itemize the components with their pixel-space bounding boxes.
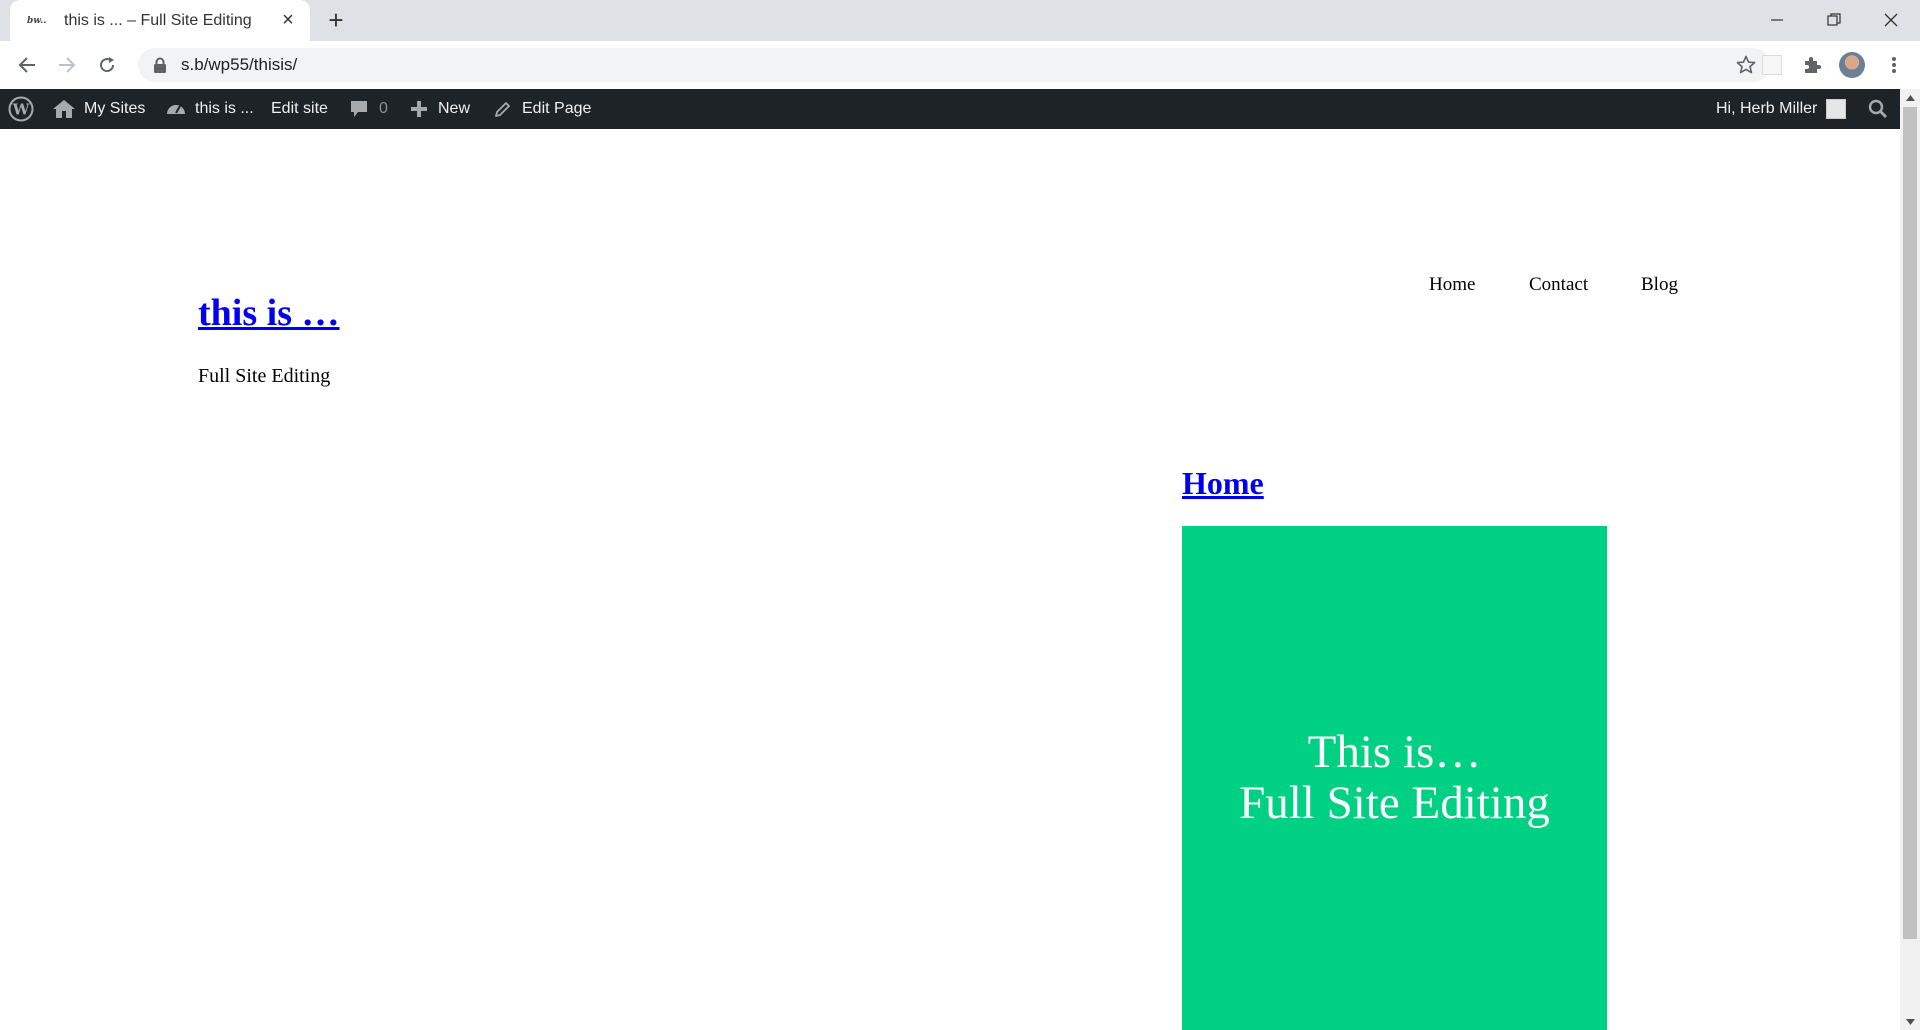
back-icon[interactable] — [13, 51, 41, 79]
page-content: this is … Full Site Editing Home Contact… — [0, 129, 1900, 1030]
site-title-link[interactable]: this is … — [198, 291, 339, 335]
browser-toolbar: s.b/wp55/thisis/ — [0, 41, 1920, 90]
page-title-link[interactable]: Home — [1182, 465, 1264, 502]
reload-icon[interactable] — [93, 51, 121, 79]
edit-site-label: Edit site — [271, 100, 328, 117]
pencil-icon — [495, 102, 510, 117]
edit-page-link[interactable]: Edit Page — [494, 89, 591, 129]
browser-tab[interactable]: bw.. this is ... – Full Site Editing × — [10, 0, 310, 41]
user-account-menu[interactable]: Hi, Herb Miller — [1716, 89, 1847, 129]
my-sites-menu[interactable]: My Sites — [52, 89, 145, 129]
edit-page-label: Edit Page — [522, 100, 592, 117]
close-window-icon[interactable] — [1874, 6, 1908, 34]
edit-site-link[interactable]: Edit site — [271, 89, 328, 129]
tab-title: this is ... – Full Site Editing — [64, 11, 252, 29]
site-name-menu[interactable]: this is ... — [165, 89, 254, 129]
nav-item-home[interactable]: Home — [1429, 274, 1475, 296]
extensions-puzzle-icon[interactable] — [1798, 51, 1826, 79]
nav-item-blog[interactable]: Blog — [1641, 274, 1678, 296]
my-sites-label: My Sites — [84, 100, 146, 117]
tab-strip: bw.. this is ... – Full Site Editing × + — [0, 0, 1920, 41]
lock-icon — [154, 57, 166, 73]
comments-link[interactable]: 0 — [349, 89, 388, 129]
dashboard-icon — [167, 105, 185, 114]
new-content-menu[interactable]: New — [411, 89, 470, 129]
user-avatar — [1826, 99, 1847, 119]
profile-avatar[interactable] — [1838, 51, 1866, 79]
page-scrollbar[interactable] — [1900, 89, 1920, 1030]
cover-line-2: Full Site Editing — [1239, 777, 1550, 829]
wp-admin-bar: W My Sites this is ... Edit site 0 New E… — [0, 89, 1900, 129]
site-name-label: this is ... — [195, 100, 254, 117]
cover-block: This is… Full Site Editing — [1182, 526, 1607, 1030]
scrollbar-thumb[interactable] — [1903, 107, 1917, 939]
browser-menu-icon[interactable] — [1880, 51, 1908, 79]
admin-search-icon[interactable] — [1868, 89, 1888, 129]
bookmark-star-icon[interactable] — [1736, 55, 1756, 75]
new-label: New — [438, 100, 471, 117]
restore-icon[interactable] — [1817, 6, 1851, 34]
scroll-up-arrow-icon[interactable] — [1900, 89, 1920, 106]
extension-placeholder-icon[interactable] — [1758, 51, 1786, 79]
plus-icon — [411, 101, 427, 117]
comments-count: 0 — [379, 100, 388, 117]
nav-item-contact[interactable]: Contact — [1529, 274, 1588, 296]
tab-close-icon[interactable]: × — [279, 10, 297, 30]
svg-text:W: W — [12, 101, 31, 119]
new-tab-icon[interactable]: + — [324, 7, 348, 33]
address-bar[interactable]: s.b/wp55/thisis/ — [138, 48, 1770, 82]
cover-line-1: This is… — [1307, 726, 1482, 778]
site-tagline: Full Site Editing — [198, 365, 331, 387]
minimize-icon[interactable] — [1760, 6, 1794, 34]
site-favicon-icon: bw.. — [27, 15, 47, 26]
user-greeting: Hi, Herb Miller — [1716, 100, 1818, 117]
wordpress-logo-icon[interactable]: W — [8, 89, 34, 129]
url-text: s.b/wp55/thisis/ — [181, 55, 298, 74]
comment-bubble-icon — [351, 101, 367, 117]
scroll-down-arrow-icon[interactable] — [1900, 1013, 1920, 1030]
forward-icon[interactable] — [53, 51, 81, 79]
my-sites-icon — [53, 100, 75, 118]
